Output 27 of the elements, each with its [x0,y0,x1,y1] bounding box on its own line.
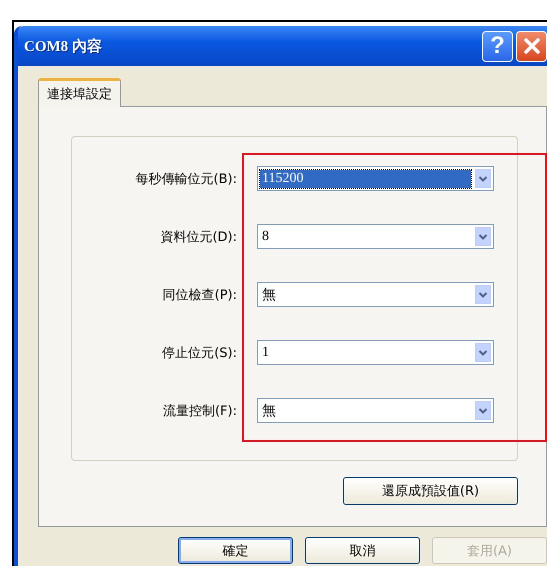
tab[interactable]: 連接埠設定 [38,78,121,107]
dropdown-arrow-icon [475,227,491,246]
field-label: 資料位元(D): [159,228,237,246]
dropdown-field[interactable]: 無 [257,282,494,307]
dropdown-arrow-icon [475,285,491,304]
close-button[interactable] [516,30,547,62]
dialog-button[interactable]: 確定 [178,537,293,564]
field-label: 每秒傳輸位元(B): [134,170,237,188]
window-title: COM8 內容 [24,37,102,56]
close-icon [522,36,542,56]
field-label: 停止位元(S): [161,344,237,362]
dropdown-value: 8 [261,228,270,246]
dropdown-value: 無 [261,402,277,420]
dropdown-field[interactable]: 1 [257,340,494,365]
restore-defaults-button[interactable]: 還原成預設值(R) [343,477,518,505]
dropdown-field[interactable]: 無 [257,398,494,423]
dialog-button[interactable]: 取消 [305,537,420,564]
dropdown-value: 無 [261,286,277,304]
dropdown-arrow-icon [475,343,491,362]
field-label: 同位檢查(P): [162,286,237,304]
dropdown-value: 1 [261,344,270,362]
field-label: 流量控制(F): [162,402,237,420]
dropdown-field[interactable]: 115200 [257,166,494,191]
dropdown-arrow-icon [475,401,491,420]
dropdown-field[interactable]: 8 [257,224,494,249]
dropdown-value: 115200 [260,170,471,188]
dropdown-arrow-icon [475,169,491,188]
